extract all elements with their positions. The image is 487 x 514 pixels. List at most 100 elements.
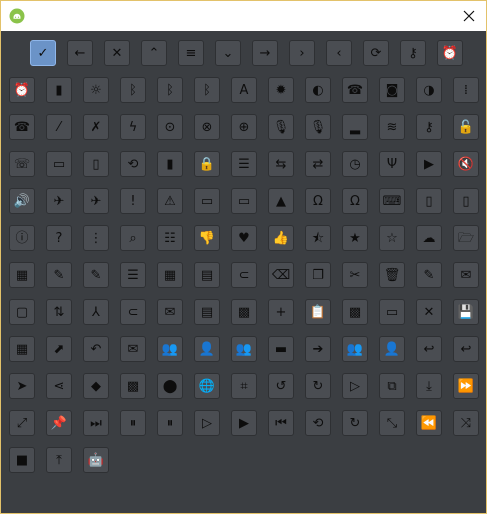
- overflow-icon-button[interactable]: ⋮: [83, 225, 109, 251]
- brightness-high-icon-button[interactable]: ✹: [268, 77, 294, 103]
- play-circle-icon-button[interactable]: ▷: [194, 410, 220, 436]
- add-email-icon-button[interactable]: ✉: [157, 299, 183, 325]
- edit-add-icon-button[interactable]: ✎: [83, 262, 109, 288]
- bluetooth-connected-icon-button[interactable]: ᛒ: [120, 77, 146, 103]
- help-icon-button[interactable]: ?: [46, 225, 72, 251]
- phone-android-icon-button[interactable]: ▯: [453, 188, 479, 214]
- view-module-icon-button[interactable]: ▦: [157, 262, 183, 288]
- pause-circle-icon-button[interactable]: ⏸: [120, 410, 146, 436]
- dock-icon-button[interactable]: ▲: [268, 188, 294, 214]
- signal-off-icon-button[interactable]: ⁄: [46, 114, 72, 140]
- replay-icon-button[interactable]: ↺: [268, 373, 294, 399]
- airplane-mode-icon-button[interactable]: ✈: [83, 188, 109, 214]
- battery-icon-button[interactable]: ▮: [46, 77, 72, 103]
- merge-icon-button[interactable]: ⅄: [83, 299, 109, 325]
- heart-icon-button[interactable]: ♥: [231, 225, 257, 251]
- desktop-icon-button[interactable]: ▭: [231, 188, 257, 214]
- headset-mic-icon-button[interactable]: Ω: [342, 188, 368, 214]
- chevron-left-icon-button[interactable]: ‹: [326, 40, 352, 66]
- sort-icon-button[interactable]: ☰: [120, 262, 146, 288]
- refresh-icon-button[interactable]: ⟳: [363, 40, 389, 66]
- signal-bars-icon-button[interactable]: ▂: [342, 114, 368, 140]
- signal-cellular-off-icon-button[interactable]: ✗: [83, 114, 109, 140]
- cancel-icon-button[interactable]: ✕: [416, 299, 442, 325]
- switch-video-icon-button[interactable]: ⇄: [305, 151, 331, 177]
- delete-icon-button[interactable]: 🗑: [379, 262, 405, 288]
- fullscreen-icon-button[interactable]: ⤢: [9, 410, 35, 436]
- menu-icon-button[interactable]: ≡: [178, 40, 204, 66]
- sd-card-icon-button[interactable]: ▮: [157, 151, 183, 177]
- replay-alt-icon-button[interactable]: ↻: [305, 373, 331, 399]
- alarm-add-icon-button[interactable]: ⏰: [437, 40, 463, 66]
- headset-icon-button[interactable]: Ω: [305, 188, 331, 214]
- gps-off-icon-button[interactable]: ⊗: [194, 114, 220, 140]
- brightness-icon-button[interactable]: ☼: [83, 77, 109, 103]
- vpn-key-icon-button[interactable]: ⚷: [416, 114, 442, 140]
- group-icon-button[interactable]: 👥: [231, 336, 257, 362]
- shuffle-icon-button[interactable]: ⤨: [453, 410, 479, 436]
- calendar-grid-icon-button[interactable]: ▦: [9, 262, 35, 288]
- key-icon-button[interactable]: ⚷: [400, 40, 426, 66]
- apps-icon-button[interactable]: ▦: [9, 336, 35, 362]
- cut-icon-button[interactable]: ✂: [342, 262, 368, 288]
- forward-icon-button[interactable]: ➔: [305, 336, 331, 362]
- reply-icon-button[interactable]: ↩: [453, 336, 479, 362]
- search-icon-button[interactable]: ⌕: [120, 225, 146, 251]
- mic-off-icon-button[interactable]: 🎙: [268, 114, 294, 140]
- usb-icon-button[interactable]: Ψ: [379, 151, 405, 177]
- arrow-left-icon-button[interactable]: ←: [67, 40, 93, 66]
- supervisor-account-icon-button[interactable]: 👥: [342, 336, 368, 362]
- library-add-icon-button[interactable]: ⧉: [379, 373, 405, 399]
- gps-not-fixed-icon-button[interactable]: ⊕: [231, 114, 257, 140]
- document-icon-button[interactable]: ▤: [194, 262, 220, 288]
- add-photo-icon-button[interactable]: ▩: [231, 299, 257, 325]
- label-icon-button[interactable]: ▬: [268, 336, 294, 362]
- edit-icon-button[interactable]: ✎: [46, 262, 72, 288]
- gps-fixed-icon-button[interactable]: ⊙: [157, 114, 183, 140]
- contrast-icon-button[interactable]: ◑: [416, 77, 442, 103]
- phone-in-talk-icon-button[interactable]: ☏: [9, 151, 35, 177]
- screen-lock-portrait-icon-button[interactable]: ▯: [83, 151, 109, 177]
- pin-icon-button[interactable]: 📌: [46, 410, 72, 436]
- upload-icon-button[interactable]: ⤒: [46, 447, 72, 473]
- fullscreen-exit-icon-button[interactable]: ⤡: [379, 410, 405, 436]
- thumb-up-icon-button[interactable]: 👍: [268, 225, 294, 251]
- replay-arrow-icon-button[interactable]: ↻: [342, 410, 368, 436]
- mouse-icon-button[interactable]: ▯: [416, 188, 442, 214]
- clipboard-icon-button[interactable]: 📋: [305, 299, 331, 325]
- airplane-icon-button[interactable]: ✈: [46, 188, 72, 214]
- directions-icon-button[interactable]: ◆: [83, 373, 109, 399]
- crop-icon-button[interactable]: ⌗: [231, 373, 257, 399]
- android-icon-button[interactable]: 🤖: [83, 447, 109, 473]
- copy-icon-button[interactable]: ❐: [305, 262, 331, 288]
- star-icon-button[interactable]: ★: [342, 225, 368, 251]
- account-icon-button[interactable]: 👤: [379, 336, 405, 362]
- fast-forward-icon-button[interactable]: ⏩: [453, 373, 479, 399]
- import-export-icon-button[interactable]: ⇅: [46, 299, 72, 325]
- chevron-up-icon-button[interactable]: ⌃: [141, 40, 167, 66]
- repeat-icon-button[interactable]: ⟲: [305, 410, 331, 436]
- rewind-icon-button[interactable]: ⏪: [416, 410, 442, 436]
- email-icon-button[interactable]: ✉: [453, 262, 479, 288]
- videocam-icon-button[interactable]: ▶: [416, 151, 442, 177]
- undo-icon-button[interactable]: ↶: [83, 336, 109, 362]
- keyboard-icon-button[interactable]: ⌨: [379, 188, 405, 214]
- send-icon-button[interactable]: ➤: [9, 373, 35, 399]
- camera-icon-button[interactable]: ◙: [379, 77, 405, 103]
- tune-icon-button[interactable]: ☷: [157, 225, 183, 251]
- map-icon-button[interactable]: ▩: [120, 373, 146, 399]
- error-icon-button[interactable]: !: [120, 188, 146, 214]
- flash-icon-button[interactable]: ϟ: [120, 114, 146, 140]
- thumb-down-icon-button[interactable]: 👎: [194, 225, 220, 251]
- chevron-right-icon-button[interactable]: ›: [289, 40, 315, 66]
- mic-icon-button[interactable]: 🎙: [305, 114, 331, 140]
- save-icon-button[interactable]: 💾: [453, 299, 479, 325]
- close-x-icon-button[interactable]: ✕: [104, 40, 130, 66]
- navigation-icon-button[interactable]: ⬈: [46, 336, 72, 362]
- place-icon-button[interactable]: ⬤: [157, 373, 183, 399]
- info-icon-button[interactable]: ⓘ: [9, 225, 35, 251]
- switch-camera-icon-button[interactable]: ⇆: [268, 151, 294, 177]
- bluetooth-icon-button[interactable]: ᛒ: [194, 77, 220, 103]
- attachment-icon-button[interactable]: ⊂: [231, 262, 257, 288]
- skip-previous-icon-button[interactable]: ⏮: [268, 410, 294, 436]
